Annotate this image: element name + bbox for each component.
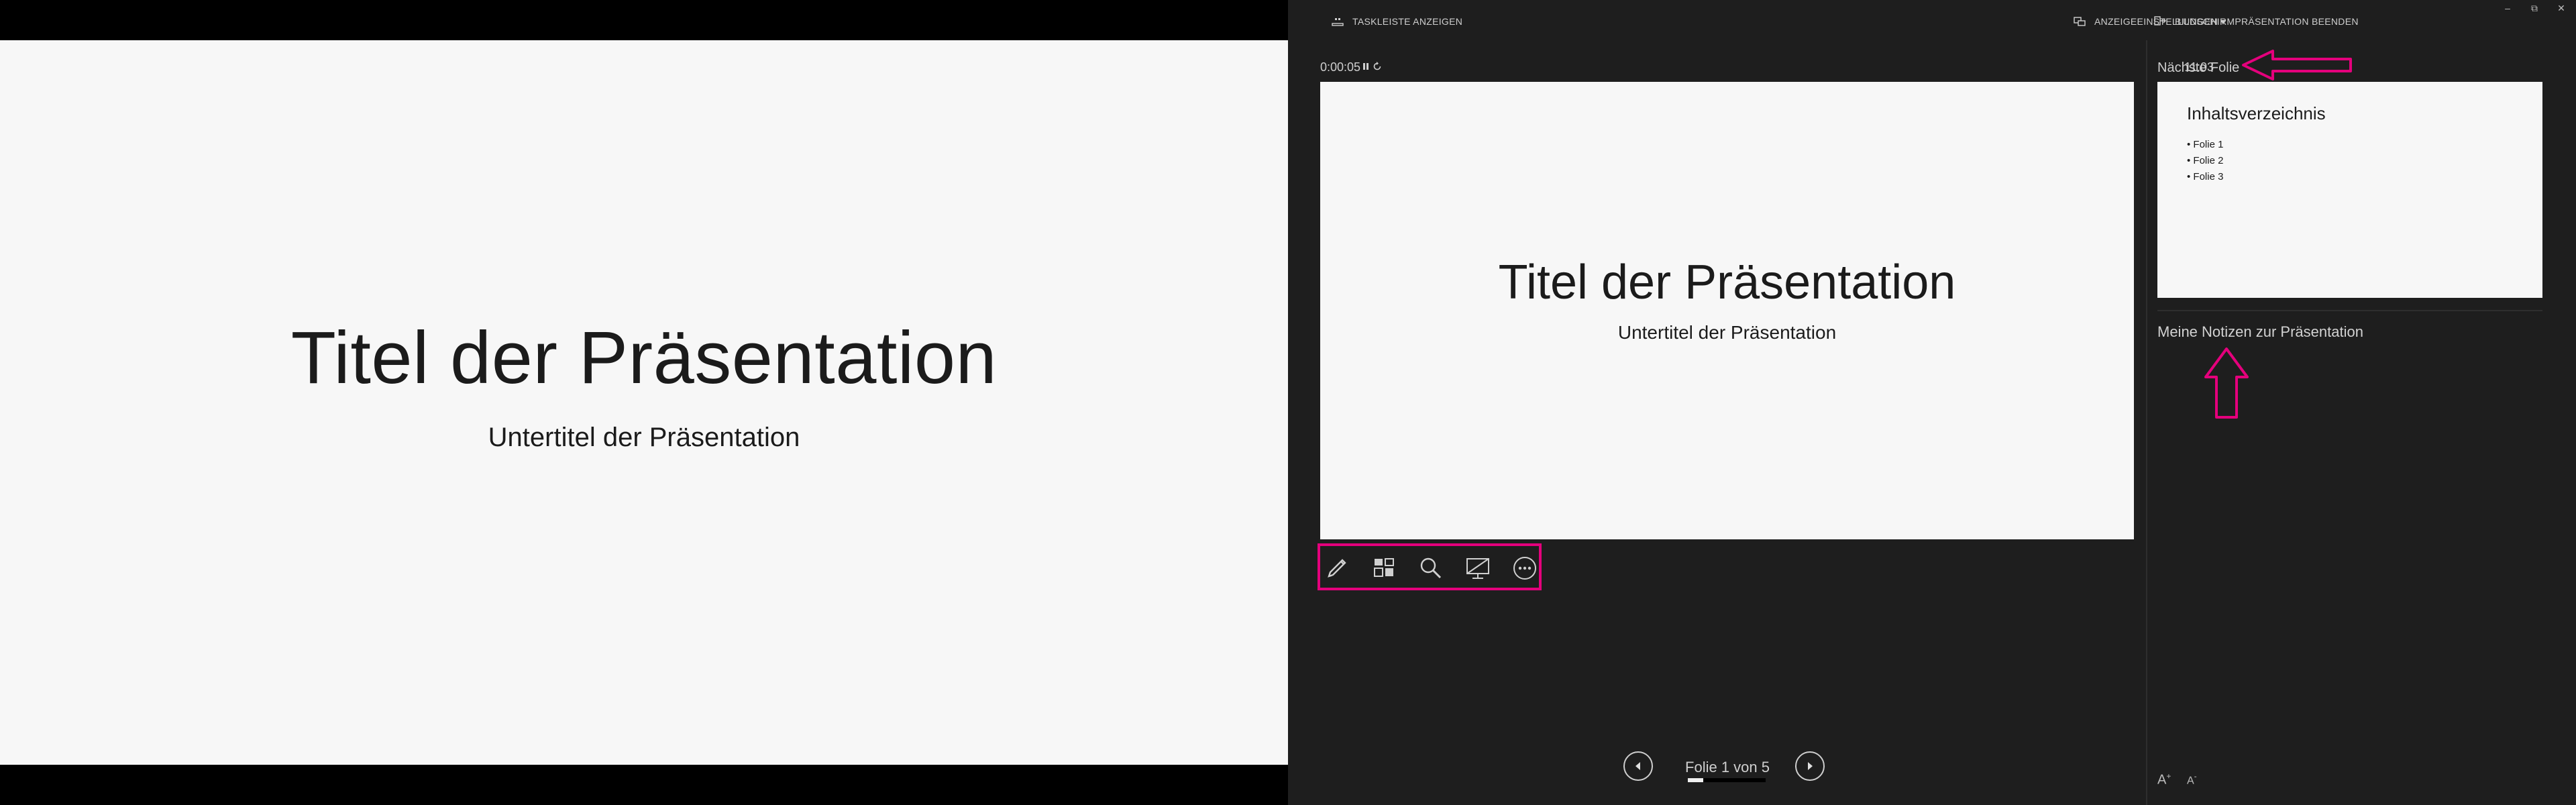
- next-slide-button[interactable]: [1795, 751, 1825, 781]
- minimize-button[interactable]: –: [2500, 3, 2516, 16]
- black-screen-icon: [1466, 558, 1489, 579]
- current-slide-subtitle: Untertitel der Präsentation: [1617, 322, 1837, 343]
- increase-font-button[interactable]: A+: [2157, 771, 2171, 788]
- taskbar-icon: [1332, 18, 1344, 26]
- projected-slide: Titel der Präsentation Untertitel der Pr…: [0, 40, 1288, 765]
- previous-arrow-icon: [1635, 762, 1640, 770]
- next-slide-bullet: Folie 3: [2187, 169, 2223, 185]
- more-options-icon: [1513, 557, 1536, 580]
- see-all-slides-icon: [1374, 558, 1394, 577]
- end-slideshow-icon: [2154, 16, 2166, 25]
- minimize-icon: –: [2505, 3, 2510, 13]
- increase-font-icon: A: [2157, 772, 2167, 788]
- next-slide-label: Nächste Folie: [2157, 60, 2240, 75]
- next-arrow-icon: [1808, 762, 1813, 770]
- speaker-notes[interactable]: Meine Notizen zur Präsentation: [2157, 323, 2533, 341]
- end-slideshow-label: BILDSCHIRMPRÄSENTATION BEENDEN: [2175, 16, 2359, 27]
- restore-icon: ⧉: [2531, 3, 2538, 13]
- annotation-arrow-left-icon: [2242, 50, 2352, 80]
- presenter-topbar: TASKLEISTE ANZEIGEN ANZEIGEEINSTELLUNGEN…: [1288, 0, 2576, 40]
- pane-divider[interactable]: [2146, 40, 2147, 805]
- decrease-font-button[interactable]: A-: [2187, 771, 2197, 788]
- restore-button[interactable]: ⧉: [2526, 3, 2542, 16]
- next-slide-preview[interactable]: Inhaltsverzeichnis Folie 1 Folie 2 Folie…: [2157, 82, 2542, 298]
- slide-navigation: Folie 1 von 5: [1288, 751, 2140, 785]
- decrease-font-icon: A: [2187, 775, 2194, 787]
- more-options-button[interactable]: [1509, 553, 1540, 584]
- current-slide-preview[interactable]: Titel der Präsentation Untertitel der Pr…: [1320, 82, 2134, 539]
- elapsed-timer: 0:00:05: [1320, 60, 1361, 74]
- see-all-slides-button[interactable]: [1368, 553, 1399, 584]
- black-screen-button[interactable]: [1462, 553, 1493, 584]
- pen-icon: [1328, 559, 1346, 578]
- slide-title: Titel der Präsentation: [290, 317, 998, 399]
- next-slide-bullet: Folie 1: [2187, 137, 2223, 153]
- show-taskbar-label: TASKLEISTE ANZEIGEN: [1352, 16, 1463, 27]
- annotation-arrow-up-icon: [2204, 347, 2249, 419]
- slide-progress-fill: [1688, 778, 1704, 782]
- presenter-view: TASKLEISTE ANZEIGEN ANZEIGEEINSTELLUNGEN…: [1288, 0, 2576, 805]
- close-icon: ✕: [2557, 3, 2565, 13]
- end-slideshow-button[interactable]: BILDSCHIRMPRÄSENTATION BEENDEN: [2153, 15, 2359, 28]
- pause-icon: [1363, 63, 1368, 70]
- notes-divider[interactable]: [2157, 310, 2542, 311]
- presenter-tools-toolbar: [1318, 543, 1542, 590]
- restart-timer-button[interactable]: [1370, 59, 1385, 74]
- slide-progress-bar: [1688, 778, 1766, 782]
- zoom-icon: [1420, 557, 1442, 579]
- slide-subtitle: Untertitel der Präsentation: [488, 423, 800, 452]
- pen-tool-button[interactable]: [1322, 553, 1352, 584]
- show-taskbar-button[interactable]: TASKLEISTE ANZEIGEN: [1331, 15, 1462, 28]
- current-slide-title: Titel der Präsentation: [1498, 256, 1956, 309]
- minus-icon: -: [2194, 771, 2197, 781]
- previous-slide-button[interactable]: [1623, 751, 1653, 781]
- restart-icon: [1373, 62, 1381, 70]
- next-slide-title: Inhaltsverzeichnis: [2187, 103, 2326, 123]
- next-slide-bullet: Folie 2: [2187, 153, 2223, 169]
- close-button[interactable]: ✕: [2553, 3, 2569, 16]
- zoom-slide-button[interactable]: [1415, 553, 1446, 584]
- display-settings-icon: [2074, 17, 2086, 26]
- plus-icon: +: [2166, 771, 2171, 781]
- next-slide-bullets: Folie 1 Folie 2 Folie 3: [2187, 137, 2223, 185]
- audience-view: Titel der Präsentation Untertitel der Pr…: [0, 0, 1288, 805]
- slide-counter: Folie 1 von 5: [1685, 759, 1770, 775]
